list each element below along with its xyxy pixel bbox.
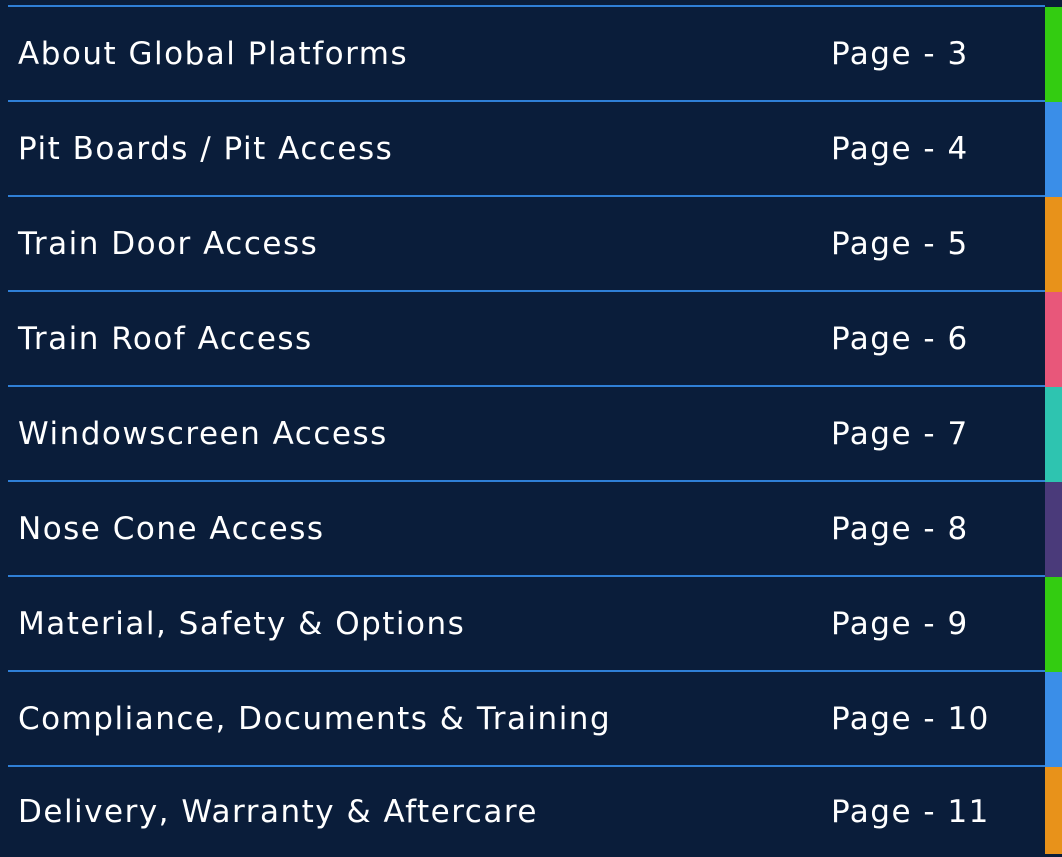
toc-item-page: Page - 5 bbox=[831, 226, 969, 262]
toc-item-page: Page - 9 bbox=[831, 606, 969, 642]
color-tab bbox=[1045, 7, 1062, 102]
toc-item-delivery[interactable]: Delivery, Warranty & Aftercare Page - 11 bbox=[0, 767, 1062, 854]
toc-item-title: Windowscreen Access bbox=[18, 416, 388, 452]
toc-item-material-safety[interactable]: Material, Safety & Options Page - 9 bbox=[0, 577, 1062, 672]
toc-item-title: Pit Boards / Pit Access bbox=[18, 131, 394, 167]
color-tab bbox=[1045, 577, 1062, 672]
color-tab bbox=[1045, 482, 1062, 577]
color-tab bbox=[1045, 292, 1062, 387]
color-tab bbox=[1045, 387, 1062, 482]
toc-item-page: Page - 3 bbox=[831, 36, 969, 72]
toc-item-title: Train Roof Access bbox=[18, 321, 313, 357]
toc-item-page: Page - 7 bbox=[831, 416, 969, 452]
toc-item-windowscreen[interactable]: Windowscreen Access Page - 7 bbox=[0, 387, 1062, 482]
toc-item-page: Page - 6 bbox=[831, 321, 969, 357]
toc-item-train-roof[interactable]: Train Roof Access Page - 6 bbox=[0, 292, 1062, 387]
toc-item-page: Page - 11 bbox=[831, 794, 990, 830]
color-tab bbox=[1045, 672, 1062, 767]
color-tab bbox=[1045, 197, 1062, 292]
color-tab bbox=[1045, 102, 1062, 197]
toc-item-title: Compliance, Documents & Training bbox=[18, 701, 612, 737]
toc-item-nose-cone[interactable]: Nose Cone Access Page - 8 bbox=[0, 482, 1062, 577]
toc-item-about[interactable]: About Global Platforms Page - 3 bbox=[0, 7, 1062, 102]
toc-item-page: Page - 10 bbox=[831, 701, 990, 737]
toc-item-title: Nose Cone Access bbox=[18, 511, 325, 547]
toc-item-title: Material, Safety & Options bbox=[18, 606, 466, 642]
toc-item-page: Page - 4 bbox=[831, 131, 969, 167]
toc-item-title: About Global Platforms bbox=[18, 36, 409, 72]
toc-item-title: Delivery, Warranty & Aftercare bbox=[18, 794, 538, 830]
table-of-contents: About Global Platforms Page - 3 Pit Boar… bbox=[0, 0, 1062, 854]
toc-item-title: Train Door Access bbox=[18, 226, 319, 262]
toc-item-pit-boards[interactable]: Pit Boards / Pit Access Page - 4 bbox=[0, 102, 1062, 197]
toc-item-compliance[interactable]: Compliance, Documents & Training Page - … bbox=[0, 672, 1062, 767]
toc-item-train-door[interactable]: Train Door Access Page - 5 bbox=[0, 197, 1062, 292]
color-tab bbox=[1045, 767, 1062, 854]
toc-item-page: Page - 8 bbox=[831, 511, 969, 547]
